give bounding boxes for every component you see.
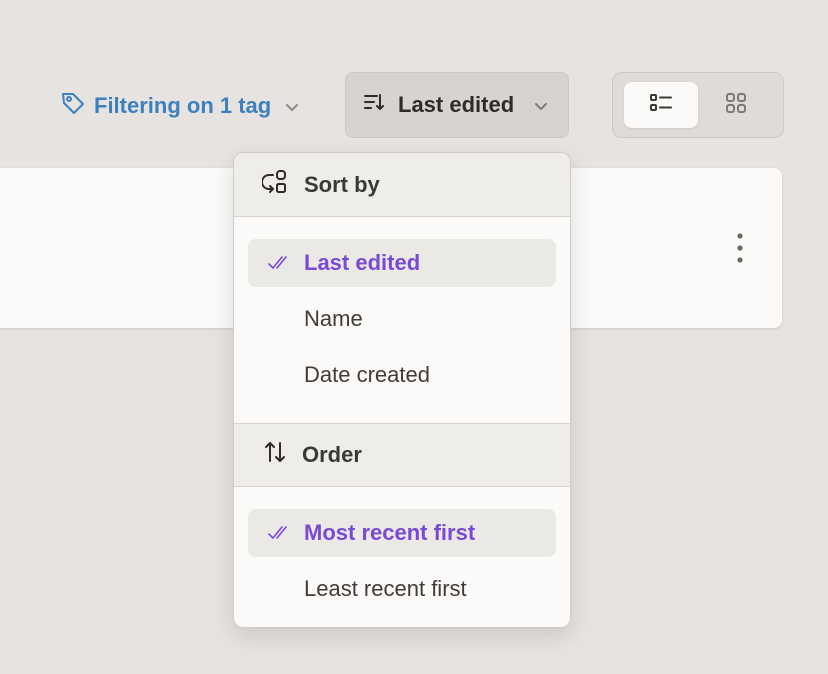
sort-button-label: Last edited [398, 92, 515, 117]
chevron-down-icon [285, 93, 299, 119]
grid-view-icon [725, 92, 747, 119]
sort-button[interactable]: Last edited [345, 72, 569, 138]
view-toggle [612, 72, 784, 138]
sort-by-header: Sort by [234, 153, 570, 217]
order-option-label: Least recent first [304, 576, 467, 601]
filter-tag-button[interactable]: Filtering on 1 tag [60, 86, 299, 126]
sort-option-date-created[interactable]: Date created [248, 351, 556, 399]
order-header: Order [234, 423, 570, 487]
sort-shapes-icon [261, 169, 290, 201]
toolbar: Filtering on 1 tag Last edited [0, 72, 828, 138]
list-view-button[interactable] [624, 82, 698, 128]
double-check-icon [268, 253, 292, 279]
order-option-label: Most recent first [304, 520, 476, 545]
list-view-icon [649, 92, 673, 119]
sort-by-label: Sort by [304, 171, 380, 197]
sort-option-last-edited[interactable]: Last edited [248, 239, 556, 287]
order-label: Order [302, 442, 362, 467]
sort-option-label: Last edited [304, 250, 421, 275]
more-vertical-icon[interactable] [734, 232, 746, 264]
sort-option-label: Date created [304, 362, 430, 387]
chevron-down-icon [534, 92, 548, 118]
sort-lines-icon [362, 90, 386, 120]
grid-view-button[interactable] [699, 82, 773, 128]
arrows-up-down-icon [262, 439, 288, 471]
double-check-icon [268, 523, 292, 549]
filter-label: Filtering on 1 tag [94, 93, 272, 118]
order-option-least-recent[interactable]: Least recent first [248, 565, 556, 613]
sort-option-label: Name [304, 306, 363, 331]
sort-option-name[interactable]: Name [248, 295, 556, 343]
tag-icon [60, 90, 86, 122]
order-option-most-recent[interactable]: Most recent first [248, 509, 556, 557]
sort-dropdown-menu: Sort by Last edited Name Date created Or… [233, 152, 571, 628]
